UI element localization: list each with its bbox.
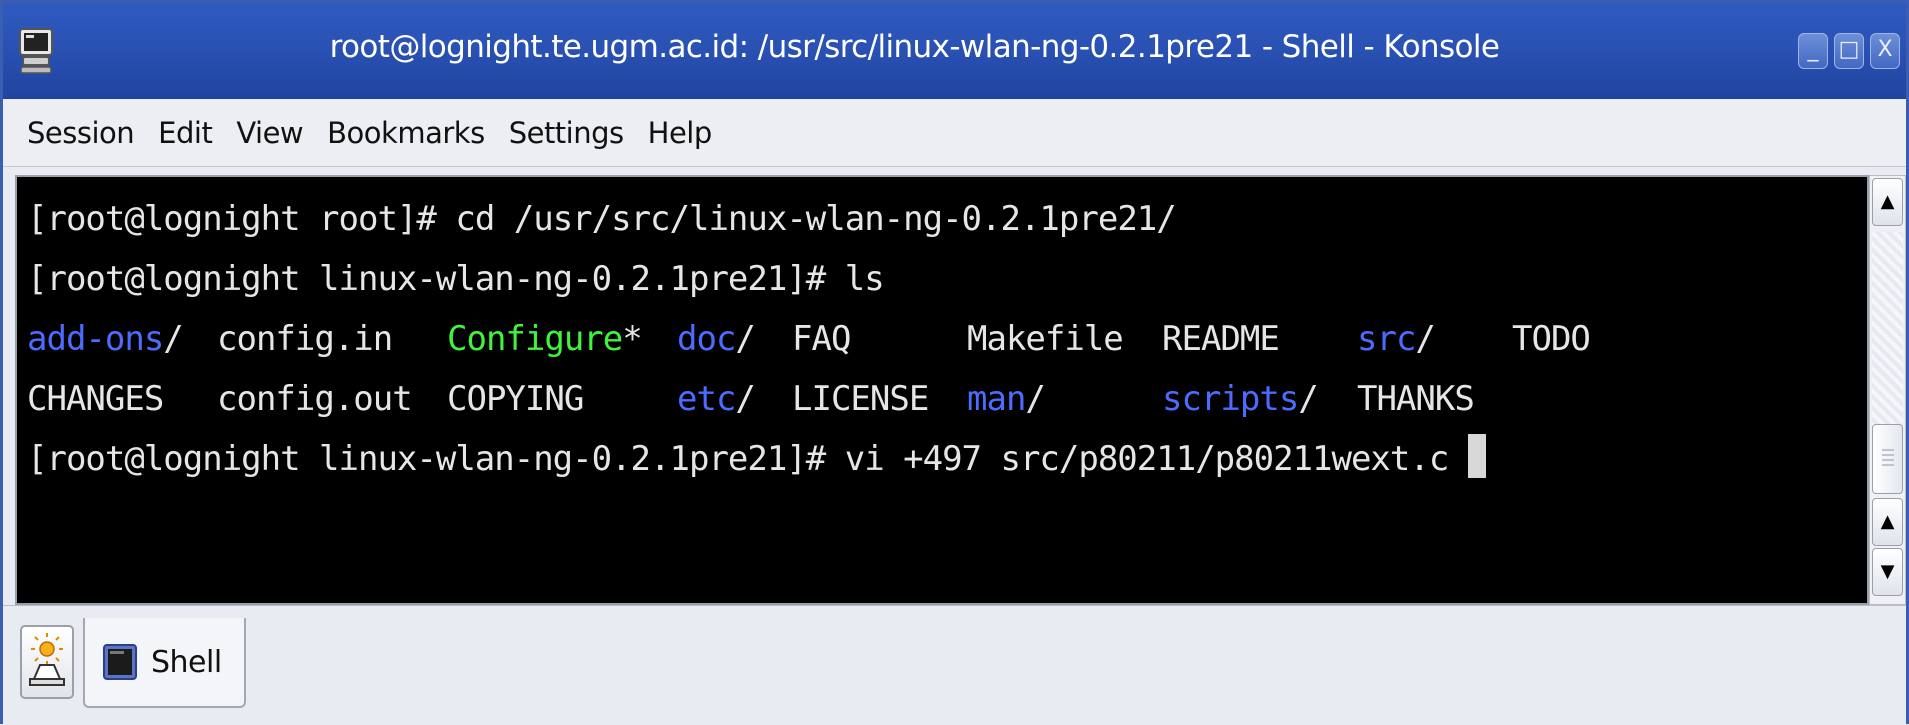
scrollbar-thumb[interactable]	[1872, 424, 1903, 494]
ls-entry-name: scripts	[1162, 379, 1299, 419]
ls-entry-suffix: /	[735, 379, 756, 419]
terminal-area[interactable]: [root@lognight root]# cd /usr/src/linux-…	[15, 175, 1869, 605]
shell-command: ls	[844, 259, 885, 299]
ls-entry-name: config.out	[217, 379, 413, 419]
ls-entry-name: config.in	[217, 319, 393, 359]
ls-entry-name: README	[1162, 319, 1280, 359]
shell-prompt: [root@lognight linux-wlan-ng-0.2.1pre21]…	[27, 439, 845, 479]
menu-settings[interactable]: Settings	[509, 116, 624, 150]
ls-entry-name: COPYING	[447, 379, 584, 419]
menu-bar: Session Edit View Bookmarks Settings Hel…	[3, 99, 1906, 167]
shell-command: cd /usr/src/linux-wlan-ng-0.2.1pre21/	[455, 199, 1176, 239]
menu-bookmarks[interactable]: Bookmarks	[327, 116, 485, 150]
ls-entry: Makefile	[967, 309, 1162, 369]
ls-entry-name: CHANGES	[27, 379, 164, 419]
ls-output-row: CHANGES config.out COPYING etc/LICENSE man/s…	[27, 369, 1632, 429]
scroll-up-top-button[interactable]: ▲	[1872, 178, 1903, 226]
vertical-scrollbar[interactable]: ▲ ▲ ▼	[1869, 175, 1906, 605]
new-session-button[interactable]	[20, 625, 74, 699]
konsole-app-icon[interactable]	[17, 27, 55, 75]
window-title: root@lognight.te.ugm.ac.id: /usr/src/lin…	[329, 29, 1500, 65]
menu-edit[interactable]: Edit	[158, 116, 213, 150]
minimize-button[interactable]: _	[1798, 33, 1828, 69]
ls-entry-suffix: /	[1025, 379, 1046, 419]
ls-entry: etc/	[677, 369, 792, 429]
ls-entry-name: add-ons	[27, 319, 164, 359]
ls-entry-suffix: /	[163, 319, 184, 359]
ls-entry-suffix: *	[622, 319, 643, 359]
session-tab-bar: Shell	[3, 605, 1906, 725]
ls-entry: scripts/	[1162, 369, 1357, 429]
ls-entry-name: LICENSE	[792, 379, 929, 419]
ls-entry-name: Configure	[447, 319, 623, 359]
shell-prompt: [root@lognight root]#	[27, 199, 456, 239]
ls-entry: add-ons/	[27, 309, 217, 369]
ls-entry-name: doc	[677, 319, 736, 359]
ls-entry: THANKS	[1357, 369, 1512, 429]
ls-entry: doc/	[677, 309, 792, 369]
ls-entry-name: man	[967, 379, 1026, 419]
menu-session[interactable]: Session	[27, 116, 135, 150]
ls-entry-name: FAQ	[792, 319, 851, 359]
ls-entry: config.in	[217, 309, 447, 369]
shell-command: vi +497 src/p80211/p80211wext.c	[844, 439, 1468, 479]
tab-shell[interactable]: Shell	[83, 618, 246, 708]
maximize-button[interactable]: □	[1834, 33, 1864, 69]
ls-entry: src/	[1357, 309, 1512, 369]
terminal-line: [root@lognight linux-wlan-ng-0.2.1pre21]…	[27, 429, 1632, 489]
menu-help[interactable]: Help	[648, 116, 713, 150]
ls-entry: COPYING	[447, 369, 677, 429]
ls-entry: README	[1162, 309, 1357, 369]
new-session-icon	[29, 633, 65, 686]
scroll-down-button[interactable]: ▼	[1872, 548, 1903, 596]
ls-entry-suffix: /	[1298, 379, 1319, 419]
menu-view[interactable]: View	[236, 116, 303, 150]
scrollbar-track[interactable]	[1872, 232, 1903, 450]
ls-entry: LICENSE	[792, 369, 967, 429]
ls-entry-suffix: /	[1415, 319, 1436, 359]
tab-label: Shell	[151, 644, 222, 680]
ls-entry-name: THANKS	[1357, 379, 1475, 419]
terminal-icon	[103, 644, 137, 680]
ls-entry-name: etc	[677, 379, 736, 419]
ls-entry: Configure*	[447, 309, 677, 369]
ls-entry-name: src	[1357, 319, 1416, 359]
konsole-window: root@lognight.te.ugm.ac.id: /usr/src/lin…	[0, 0, 1909, 725]
ls-entry-suffix: /	[735, 319, 756, 359]
grip-icon	[1882, 449, 1894, 469]
ls-entry: FAQ	[792, 309, 967, 369]
ls-entry: config.out	[217, 369, 447, 429]
terminal-line: [root@lognight root]# cd /usr/src/linux-…	[27, 189, 1632, 249]
shell-prompt: [root@lognight linux-wlan-ng-0.2.1pre21]…	[27, 259, 845, 299]
ls-entry: TODO	[1512, 309, 1632, 369]
ls-entry: CHANGES	[27, 369, 217, 429]
terminal-cursor	[1467, 434, 1486, 478]
ls-entry: man/	[967, 369, 1162, 429]
scroll-up-button[interactable]: ▲	[1872, 498, 1903, 546]
ls-output-row: add-ons/config.in Configure* doc/FAQ Makefi…	[27, 309, 1632, 369]
close-button[interactable]: X	[1870, 33, 1900, 69]
ls-entry-name: TODO	[1512, 319, 1591, 359]
terminal-line: [root@lognight linux-wlan-ng-0.2.1pre21]…	[27, 249, 1632, 309]
ls-entry-name: Makefile	[967, 319, 1124, 359]
title-bar[interactable]: root@lognight.te.ugm.ac.id: /usr/src/lin…	[3, 3, 1906, 99]
